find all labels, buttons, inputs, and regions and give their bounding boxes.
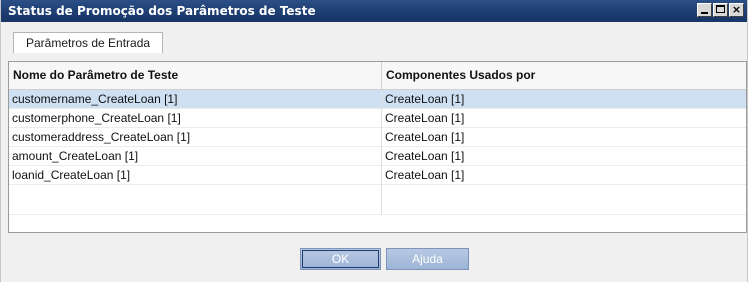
used-by-cell: CreateLoan [1] — [385, 111, 465, 125]
column-header-parameter-name[interactable]: Nome do Parâmetro de Teste — [9, 62, 382, 89]
title-bar[interactable]: Status de Promoção dos Parâmetros de Tes… — [1, 0, 747, 22]
used-by-cell: CreateLoan [1] — [385, 92, 465, 106]
empty-cell — [382, 185, 746, 215]
table-row[interactable]: customername_CreateLoan [1] CreateLoan [… — [9, 90, 746, 109]
tab-parametros-de-entrada[interactable]: Parâmetros de Entrada — [13, 32, 164, 53]
used-by-cell: CreateLoan [1] — [385, 168, 465, 182]
empty-table-row — [9, 185, 746, 215]
table-row[interactable]: customerphone_CreateLoan [1] CreateLoan … — [9, 109, 746, 128]
dialog-window: Status de Promoção dos Parâmetros de Tes… — [0, 0, 748, 282]
parameter-name-cell: customeraddress_CreateLoan [1] — [9, 128, 382, 147]
table-row[interactable]: amount_CreateLoan [1] CreateLoan [1] — [9, 147, 746, 166]
table-row[interactable]: loanid_CreateLoan [1] CreateLoan [1] — [9, 166, 746, 185]
parameter-name-cell: customername_CreateLoan [1] — [9, 90, 382, 109]
parameters-table: Nome do Parâmetro de Teste Componentes U… — [8, 61, 747, 233]
help-button[interactable]: Ajuda — [386, 248, 469, 270]
ok-button[interactable]: OK — [300, 248, 381, 270]
minimize-icon[interactable] — [697, 3, 712, 17]
parameter-name-cell: customerphone_CreateLoan [1] — [9, 109, 382, 128]
parameter-name-cell: amount_CreateLoan [1] — [9, 147, 382, 166]
table-header: Nome do Parâmetro de Teste Componentes U… — [9, 62, 746, 90]
used-by-cell: CreateLoan [1] — [385, 149, 465, 163]
tab-strip: Parâmetros de Entrada — [1, 22, 747, 53]
empty-cell — [9, 185, 382, 215]
column-header-used-by[interactable]: Componentes Usados por — [382, 62, 746, 89]
table-row[interactable]: customeraddress_CreateLoan [1] CreateLoa… — [9, 128, 746, 147]
window-title: Status de Promoção dos Parâmetros de Tes… — [8, 4, 316, 18]
maximize-icon[interactable] — [713, 3, 728, 17]
window-controls: × — [697, 3, 744, 17]
parameter-name-cell: loanid_CreateLoan [1] — [9, 166, 382, 185]
button-bar: OK Ajuda — [1, 233, 747, 282]
close-icon[interactable]: × — [729, 3, 744, 17]
used-by-cell: CreateLoan [1] — [385, 130, 465, 144]
